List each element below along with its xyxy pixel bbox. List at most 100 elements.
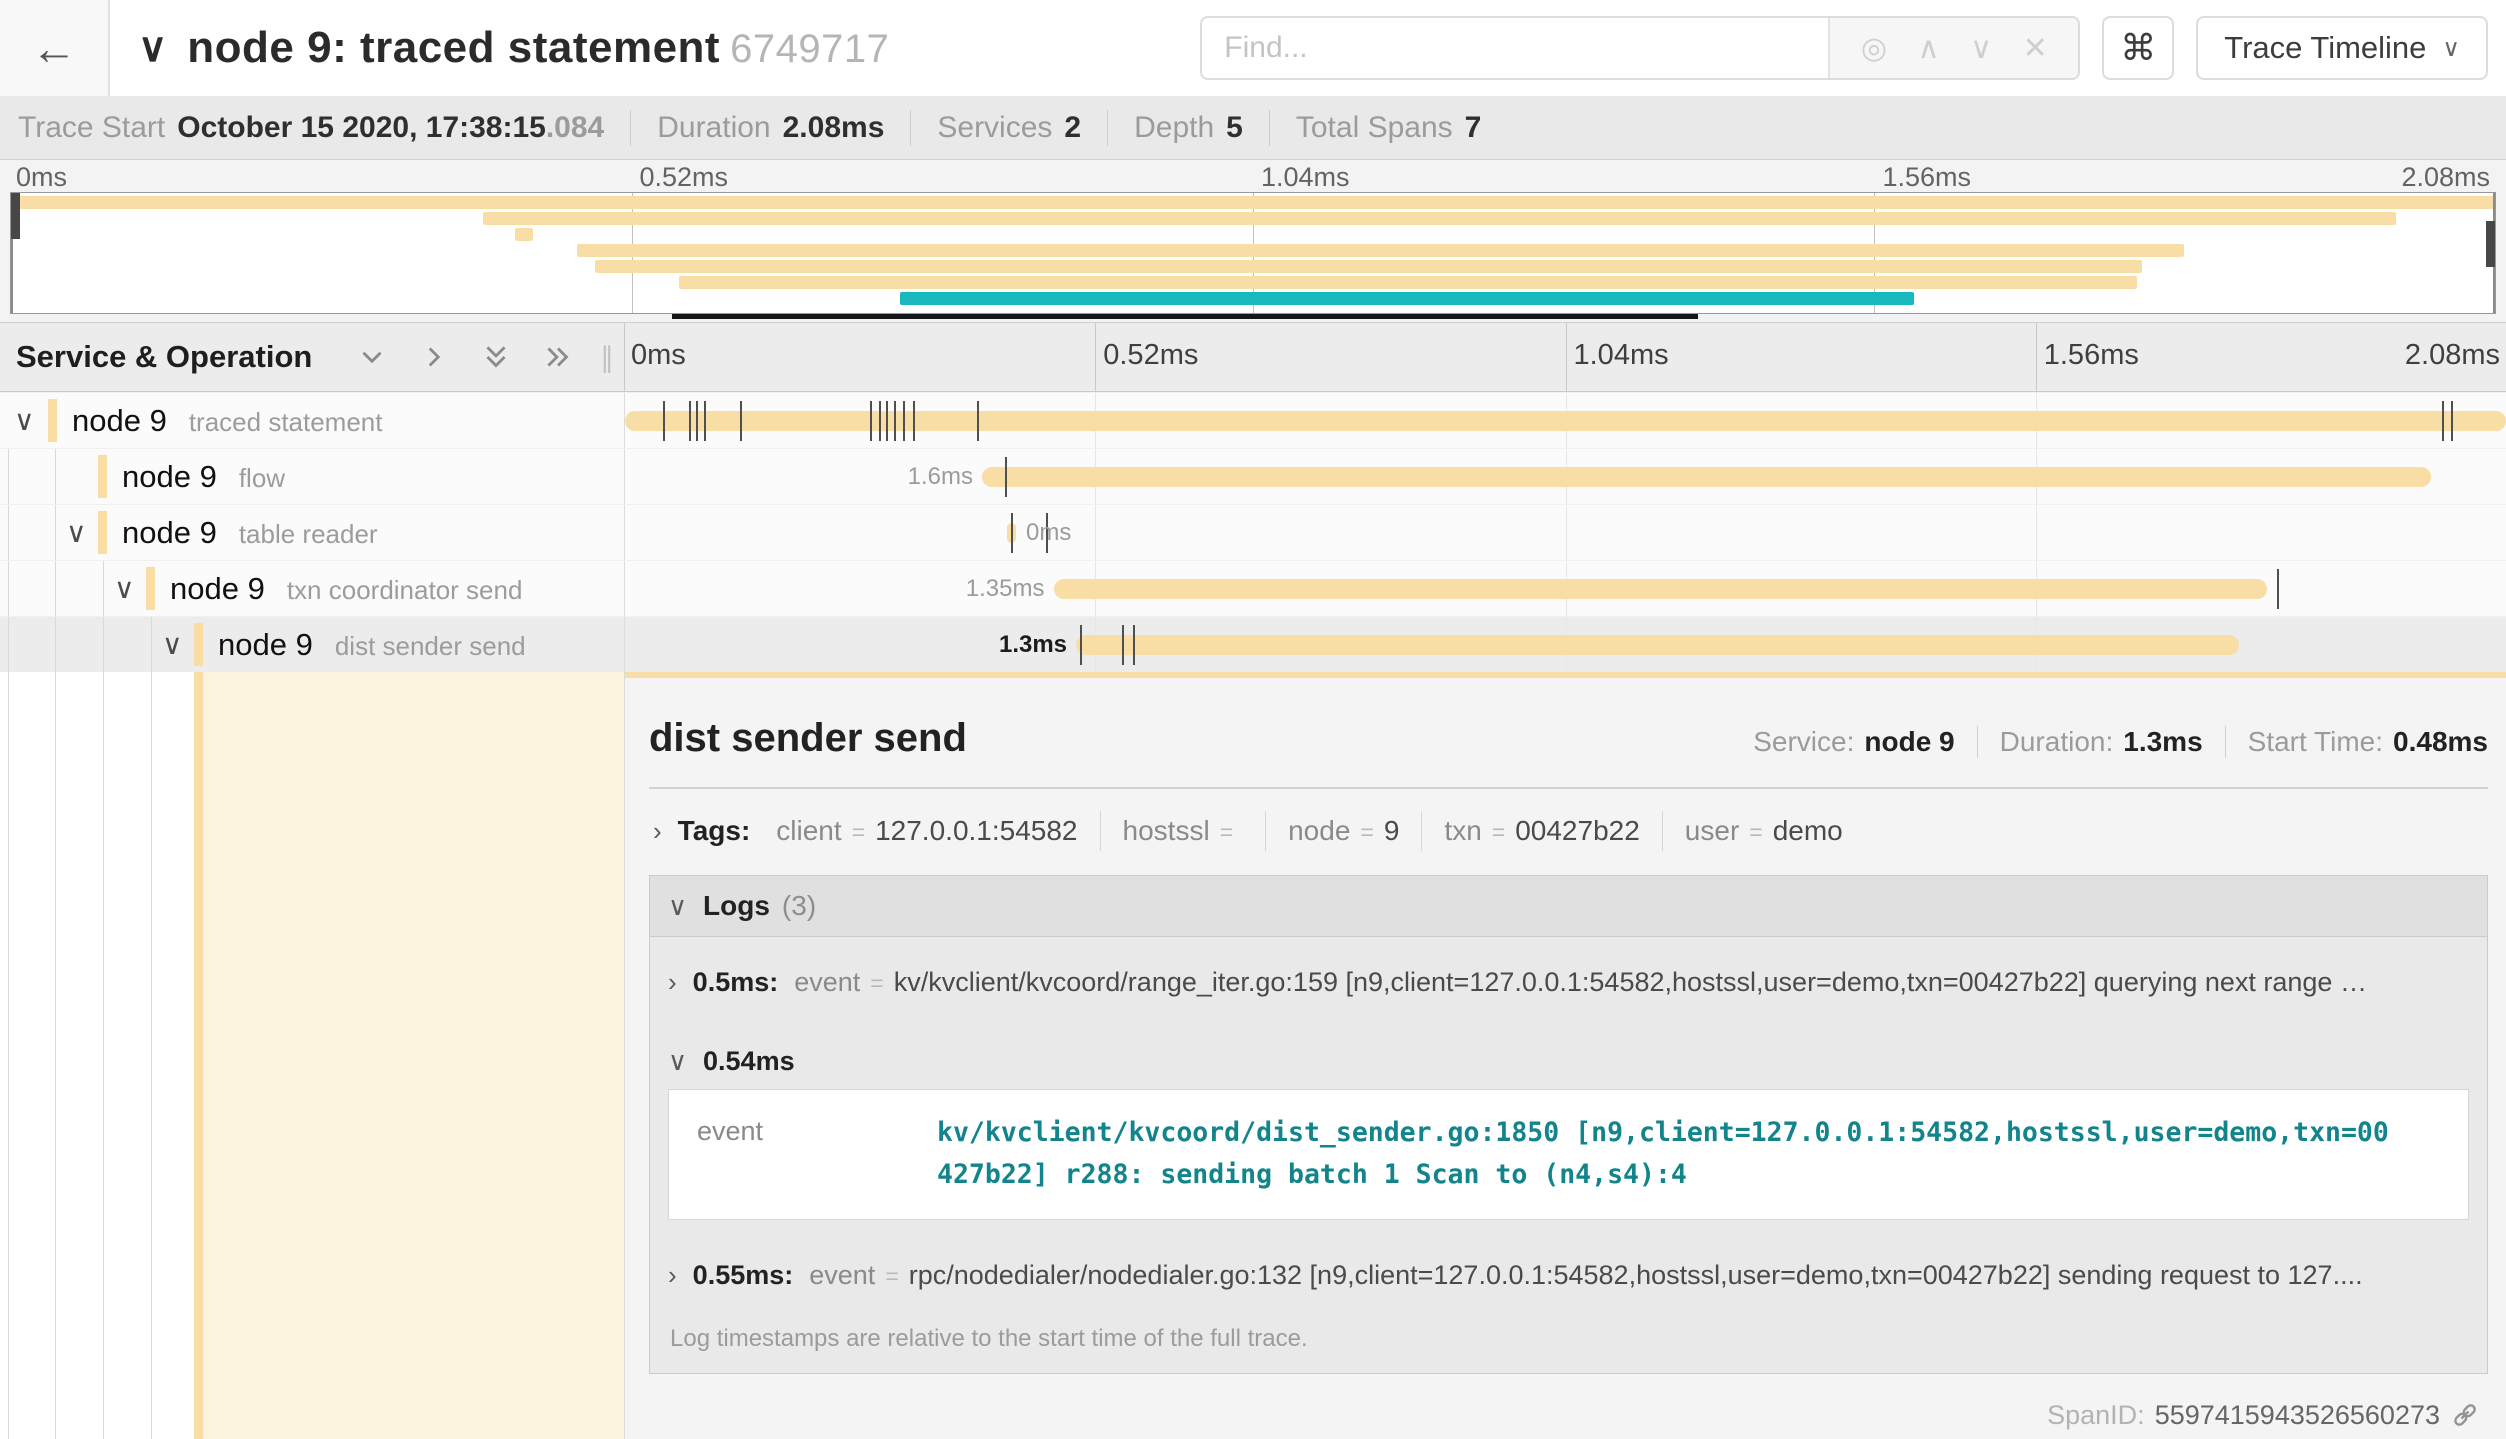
log-timestamp: 0.5ms: bbox=[693, 967, 779, 998]
tag-key: node bbox=[1288, 815, 1350, 847]
log-entry-expanded[interactable]: ∨ 0.54ms bbox=[668, 1022, 2469, 1087]
minimap-right-scrubber-handle[interactable] bbox=[2486, 221, 2495, 267]
log-entry[interactable]: › 0.55ms: event = rpc/nodedialer/nodedia… bbox=[668, 1236, 2469, 1315]
operation-name: dist sender send bbox=[335, 631, 526, 662]
span-tree-cell[interactable]: ∨ node 9table reader bbox=[0, 505, 625, 560]
find-input[interactable] bbox=[1202, 18, 1828, 78]
divider bbox=[1977, 726, 1978, 758]
tag-item[interactable]: user=demo bbox=[1662, 811, 1865, 851]
span-timeline-cell[interactable]: 1.6ms bbox=[625, 449, 2506, 504]
span-duration-label: 1.35ms bbox=[966, 575, 1045, 603]
span-duration-bar[interactable] bbox=[1054, 579, 2267, 599]
span-duration-label: 1.3ms bbox=[999, 631, 1067, 659]
logs-header[interactable]: ∨ Logs (3) bbox=[650, 876, 2487, 937]
span-duration-bar[interactable] bbox=[982, 467, 2430, 487]
span-tree-cell[interactable]: ∨node 9dist sender send bbox=[0, 617, 625, 672]
trace-view-selector[interactable]: Trace Timeline ∨ bbox=[2196, 16, 2488, 80]
span-detail-indent-column bbox=[0, 672, 625, 1439]
divider bbox=[1107, 110, 1108, 146]
timeline-tick-label: 1.56ms bbox=[2044, 339, 2139, 372]
chevron-down-icon: ∨ bbox=[668, 891, 687, 922]
deep-link-icon[interactable] bbox=[2450, 1400, 2480, 1430]
equals-sign: = bbox=[870, 970, 883, 997]
tag-item[interactable]: hostssl= bbox=[1100, 811, 1266, 851]
indent-guide bbox=[103, 561, 104, 616]
span-tree-chevron-icon[interactable]: ∨ bbox=[14, 407, 35, 435]
expand-all-icon[interactable] bbox=[542, 341, 574, 373]
span-tree-cell[interactable]: ∨ node 9traced statement bbox=[0, 393, 625, 448]
indent-guide bbox=[8, 561, 9, 616]
span-id-label: SpanID: bbox=[2047, 1400, 2145, 1431]
tags-row[interactable]: › Tags: client=127.0.0.1:54582hostssl=no… bbox=[649, 789, 2488, 871]
span-names: node 9traced statement bbox=[72, 403, 382, 439]
span-log-tick bbox=[1011, 513, 1013, 553]
clear-search-icon[interactable]: ✕ bbox=[2023, 31, 2048, 66]
timeline-tick-label: 0.52ms bbox=[1103, 339, 1198, 372]
minimap-canvas[interactable] bbox=[10, 192, 2496, 314]
timeline-gridline bbox=[1095, 505, 1096, 560]
timeline-tick-label: 0ms bbox=[631, 339, 686, 372]
minimap-tick-labels: 0ms0.52ms1.04ms1.56ms2.08ms bbox=[10, 162, 2496, 192]
tag-item[interactable]: client=127.0.0.1:54582 bbox=[770, 811, 1099, 851]
summary-label: Duration bbox=[657, 111, 770, 145]
span-detail-meta: Service: node 9 Duration: 1.3ms Start Ti… bbox=[1753, 726, 2488, 758]
span-duration-bar[interactable] bbox=[625, 411, 2506, 431]
span-timeline-cell[interactable] bbox=[625, 393, 2506, 448]
span-tree-chevron-icon[interactable]: ∨ bbox=[66, 519, 87, 547]
keyboard-shortcuts-button[interactable]: ⌘ bbox=[2102, 16, 2174, 80]
page-title: node 9: traced statement6749717 bbox=[187, 23, 889, 73]
minimap-left-scrubber-handle[interactable] bbox=[11, 193, 20, 239]
collapse-trace-header-icon[interactable]: ∨ bbox=[138, 28, 167, 68]
span-timeline-cell[interactable]: 1.35ms bbox=[625, 561, 2506, 616]
summary-label: Services bbox=[937, 111, 1052, 145]
span-color-indicator bbox=[98, 511, 107, 554]
tags-list: client=127.0.0.1:54582hostssl=node=9txn=… bbox=[770, 811, 1864, 851]
previous-match-icon[interactable]: ∧ bbox=[1918, 31, 1940, 66]
span-tree-cell[interactable]: ∨ node 9txn coordinator send bbox=[0, 561, 625, 616]
indent-guide bbox=[55, 505, 56, 560]
summary-item: Duration2.08ms bbox=[657, 111, 884, 145]
collapse-all-icon[interactable] bbox=[480, 341, 512, 373]
summary-label: Total Spans bbox=[1296, 111, 1453, 145]
minimap-scrub-track[interactable] bbox=[11, 314, 2495, 322]
trace-span-row[interactable]: ∨ node 9txn coordinator send 1.35ms bbox=[0, 560, 2506, 616]
minimap-selection-bar[interactable] bbox=[672, 314, 1698, 319]
next-match-icon[interactable]: ∨ bbox=[1970, 31, 1992, 66]
trace-title-area: ∨ node 9: traced statement6749717 bbox=[110, 23, 889, 73]
span-log-tick bbox=[913, 401, 915, 441]
span-duration-bar[interactable] bbox=[1076, 635, 2238, 655]
tag-item[interactable]: node=9 bbox=[1265, 811, 1421, 851]
span-log-tick bbox=[689, 401, 691, 441]
trace-span-row[interactable]: ∨node 9dist sender send 1.3ms bbox=[0, 616, 2506, 672]
summary-value-suffix: .084 bbox=[546, 111, 604, 145]
operation-name: flow bbox=[239, 463, 285, 494]
span-log-tick bbox=[977, 401, 979, 441]
expand-one-icon[interactable] bbox=[418, 341, 450, 373]
trace-page-header: ← ∨ node 9: traced statement6749717 ◎ ∧ … bbox=[0, 0, 2506, 96]
back-button[interactable]: ← bbox=[0, 0, 110, 96]
trace-span-row[interactable]: ∨ node 9traced statement bbox=[0, 392, 2506, 448]
span-log-tick bbox=[740, 401, 742, 441]
span-tree-cell[interactable]: node 9flow bbox=[0, 449, 625, 504]
log-timestamp: 0.55ms: bbox=[693, 1260, 794, 1291]
span-log-tick bbox=[663, 401, 665, 441]
collapse-one-icon[interactable] bbox=[356, 341, 388, 373]
log-entry[interactable]: › 0.5ms: event = kv/kvclient/kvcoord/ran… bbox=[668, 943, 2469, 1022]
span-timeline-cell[interactable]: 0ms bbox=[625, 505, 2506, 560]
minimap-span-bar bbox=[595, 260, 2143, 273]
trace-span-row[interactable]: node 9flow1.6ms bbox=[0, 448, 2506, 504]
column-resize-grip[interactable]: ∥ bbox=[600, 341, 614, 374]
log-value-line: 427b22] r288: sending batch 1 Scan to (n… bbox=[937, 1154, 2389, 1196]
span-names: node 9txn coordinator send bbox=[170, 571, 522, 607]
equals-sign: = bbox=[885, 1263, 898, 1290]
timeline-gridline bbox=[1566, 505, 1567, 560]
span-timeline-cell[interactable]: 1.3ms bbox=[625, 617, 2506, 672]
trace-span-row[interactable]: ∨ node 9table reader 0ms bbox=[0, 504, 2506, 560]
focus-match-icon[interactable]: ◎ bbox=[1861, 31, 1887, 66]
span-tree-chevron-icon[interactable]: ∨ bbox=[162, 631, 183, 659]
span-tree-chevron-icon[interactable]: ∨ bbox=[114, 575, 135, 603]
tag-item[interactable]: txn=00427b22 bbox=[1421, 811, 1661, 851]
chevron-right-icon: › bbox=[653, 816, 662, 847]
ruler-gridline bbox=[1566, 323, 1567, 391]
span-names: node 9table reader bbox=[122, 515, 378, 551]
